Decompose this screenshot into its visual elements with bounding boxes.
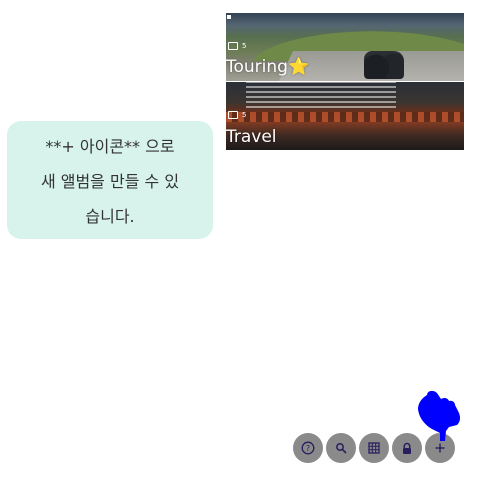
search-icon [336, 443, 347, 454]
hint-line-2: 새 앨범을 만들 수 있 [40, 172, 180, 191]
help-icon: ? [301, 441, 315, 455]
search-button[interactable] [326, 433, 356, 463]
album-card-travel[interactable]: 5 Travel [226, 82, 464, 150]
photo-album-icon [228, 42, 238, 50]
pointer-hand-icon [418, 390, 461, 441]
grid-view-button[interactable] [359, 433, 389, 463]
album-count: 5 [242, 42, 247, 50]
help-button[interactable]: ? [293, 433, 323, 463]
grid-icon [368, 442, 380, 454]
add-icon [435, 443, 445, 453]
album-card-touring[interactable]: 5 Touring⭐ [226, 13, 464, 81]
corner-mark [227, 15, 231, 19]
hint-tooltip: **+ 아이콘** 으로 새 앨범을 만들 수 있 습니다. [7, 121, 213, 239]
album-title: Travel [226, 127, 277, 147]
album-count: 5 [242, 111, 247, 119]
photo-album-icon [228, 111, 238, 119]
lock-icon [403, 442, 411, 454]
album-title: Touring⭐ [226, 57, 310, 77]
hint-line-3: 습니다. [85, 207, 135, 226]
svg-text:?: ? [306, 444, 310, 453]
hint-line-1: **+ 아이콘** 으로 [45, 137, 175, 156]
